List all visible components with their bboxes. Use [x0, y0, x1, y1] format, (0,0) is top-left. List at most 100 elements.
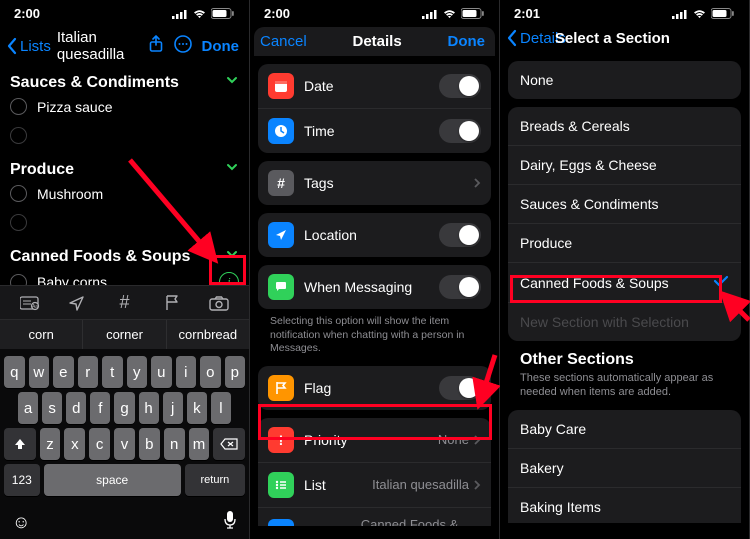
radio-icon[interactable]	[10, 185, 27, 202]
section-option[interactable]: Breads & Cereals	[508, 107, 741, 145]
tags-row[interactable]: # Tags	[258, 161, 491, 205]
suggestion[interactable]: cornbread	[167, 320, 249, 349]
numbers-key[interactable]: 123	[4, 464, 40, 496]
radio-icon[interactable]	[10, 98, 27, 115]
key-c[interactable]: c	[89, 428, 110, 460]
flag-icon[interactable]	[148, 294, 195, 312]
placeholder-text: New Section with Selection	[520, 314, 689, 330]
collapse-icon[interactable]	[225, 160, 239, 179]
collapse-icon[interactable]	[225, 247, 239, 266]
status-bar: 2:00	[250, 0, 499, 23]
key-j[interactable]: j	[163, 392, 183, 424]
list-item-empty[interactable]	[0, 121, 249, 150]
section-option[interactable]: Sauces & Condiments	[508, 184, 741, 223]
list-item-empty[interactable]	[0, 208, 249, 237]
time-row[interactable]: Time	[258, 108, 491, 153]
toggle-switch[interactable]	[439, 74, 481, 98]
item-label: Mushroom	[37, 186, 103, 202]
section-option-selected[interactable]: Canned Foods & Soups	[508, 262, 741, 302]
key-b[interactable]: b	[139, 428, 160, 460]
row-label: Tags	[304, 175, 334, 191]
key-f[interactable]: f	[90, 392, 110, 424]
list-item[interactable]: Mushroom	[0, 179, 249, 208]
key-e[interactable]: e	[53, 356, 74, 388]
key-r[interactable]: r	[78, 356, 99, 388]
messaging-row[interactable]: When Messaging	[258, 265, 491, 309]
section-option[interactable]: Produce	[508, 223, 741, 262]
shift-key[interactable]	[4, 428, 36, 460]
space-key[interactable]: space	[44, 464, 181, 496]
checkmark-icon	[713, 274, 729, 291]
location-icon[interactable]	[53, 294, 100, 312]
collapse-icon[interactable]	[225, 73, 239, 92]
mic-icon[interactable]	[223, 510, 237, 535]
key-t[interactable]: t	[102, 356, 123, 388]
others-heading: Other Sections	[508, 341, 741, 369]
section-option[interactable]: Baking Items	[508, 487, 741, 523]
key-v[interactable]: v	[114, 428, 135, 460]
back-button[interactable]: Lists	[6, 37, 51, 55]
key-p[interactable]: p	[225, 356, 246, 388]
key-s[interactable]: s	[42, 392, 62, 424]
key-l[interactable]: l	[211, 392, 231, 424]
list-format-icon[interactable]: Aa	[6, 295, 53, 311]
key-u[interactable]: u	[151, 356, 172, 388]
suggestion[interactable]: corn	[0, 320, 83, 349]
list-row[interactable]: List Italian quesadilla	[258, 462, 491, 507]
cellular-signal-icon	[672, 9, 688, 19]
wifi-icon	[192, 9, 207, 19]
section-option[interactable]: Dairy, Eggs & Cheese	[508, 145, 741, 184]
status-bar: 2:00	[0, 0, 249, 23]
delete-key[interactable]	[213, 428, 245, 460]
option-label: Baby Care	[520, 421, 586, 437]
message-icon	[268, 274, 294, 300]
section-option[interactable]: Bakery	[508, 448, 741, 487]
more-icon[interactable]	[174, 35, 192, 57]
key-w[interactable]: w	[29, 356, 50, 388]
share-icon[interactable]	[148, 35, 164, 57]
hashtag-icon[interactable]: #	[101, 292, 148, 313]
cancel-button[interactable]: Cancel	[260, 33, 307, 50]
new-section-input[interactable]: New Section with Selection	[508, 302, 741, 341]
row-label: Date	[304, 78, 334, 94]
key-n[interactable]: n	[164, 428, 185, 460]
camera-icon[interactable]	[196, 295, 243, 311]
key-h[interactable]: h	[139, 392, 159, 424]
back-label: Lists	[20, 38, 51, 55]
return-key[interactable]: return	[185, 464, 245, 496]
done-button[interactable]: Done	[202, 38, 240, 55]
section-option-none[interactable]: None	[508, 61, 741, 99]
key-m[interactable]: m	[189, 428, 210, 460]
section-option[interactable]: Baby Care	[508, 410, 741, 448]
emoji-icon[interactable]: ☺	[12, 512, 30, 533]
location-icon	[268, 222, 294, 248]
key-k[interactable]: k	[187, 392, 207, 424]
key-g[interactable]: g	[114, 392, 134, 424]
list-item[interactable]: Pizza sauce	[0, 92, 249, 121]
priority-row[interactable]: ! Priority None	[258, 418, 491, 462]
toggle-switch[interactable]	[439, 119, 481, 143]
suggestion[interactable]: corner	[83, 320, 166, 349]
pane-list: 2:00 Lists Italian quesadilla Done Sauce…	[0, 0, 250, 539]
date-row[interactable]: Date	[258, 64, 491, 108]
row-label: Priority	[304, 432, 348, 448]
toggle-switch[interactable]	[439, 223, 481, 247]
key-y[interactable]: y	[127, 356, 148, 388]
toggle-switch[interactable]	[439, 275, 481, 299]
key-i[interactable]: i	[176, 356, 197, 388]
key-q[interactable]: q	[4, 356, 25, 388]
key-z[interactable]: z	[40, 428, 61, 460]
done-button[interactable]: Done	[448, 33, 486, 50]
list-icon	[268, 472, 294, 498]
key-a[interactable]: a	[18, 392, 38, 424]
key-x[interactable]: x	[64, 428, 85, 460]
key-o[interactable]: o	[200, 356, 221, 388]
pane-select-section: 2:01 Details Select a Section None Bread…	[500, 0, 750, 539]
flag-row[interactable]: Flag	[258, 366, 491, 410]
section-row[interactable]: Section Canned Foods & Soups	[258, 507, 491, 526]
clock-icon	[268, 118, 294, 144]
location-row[interactable]: Location	[258, 213, 491, 257]
toggle-switch[interactable]	[439, 376, 481, 400]
svg-text:Aa: Aa	[32, 304, 38, 310]
key-d[interactable]: d	[66, 392, 86, 424]
